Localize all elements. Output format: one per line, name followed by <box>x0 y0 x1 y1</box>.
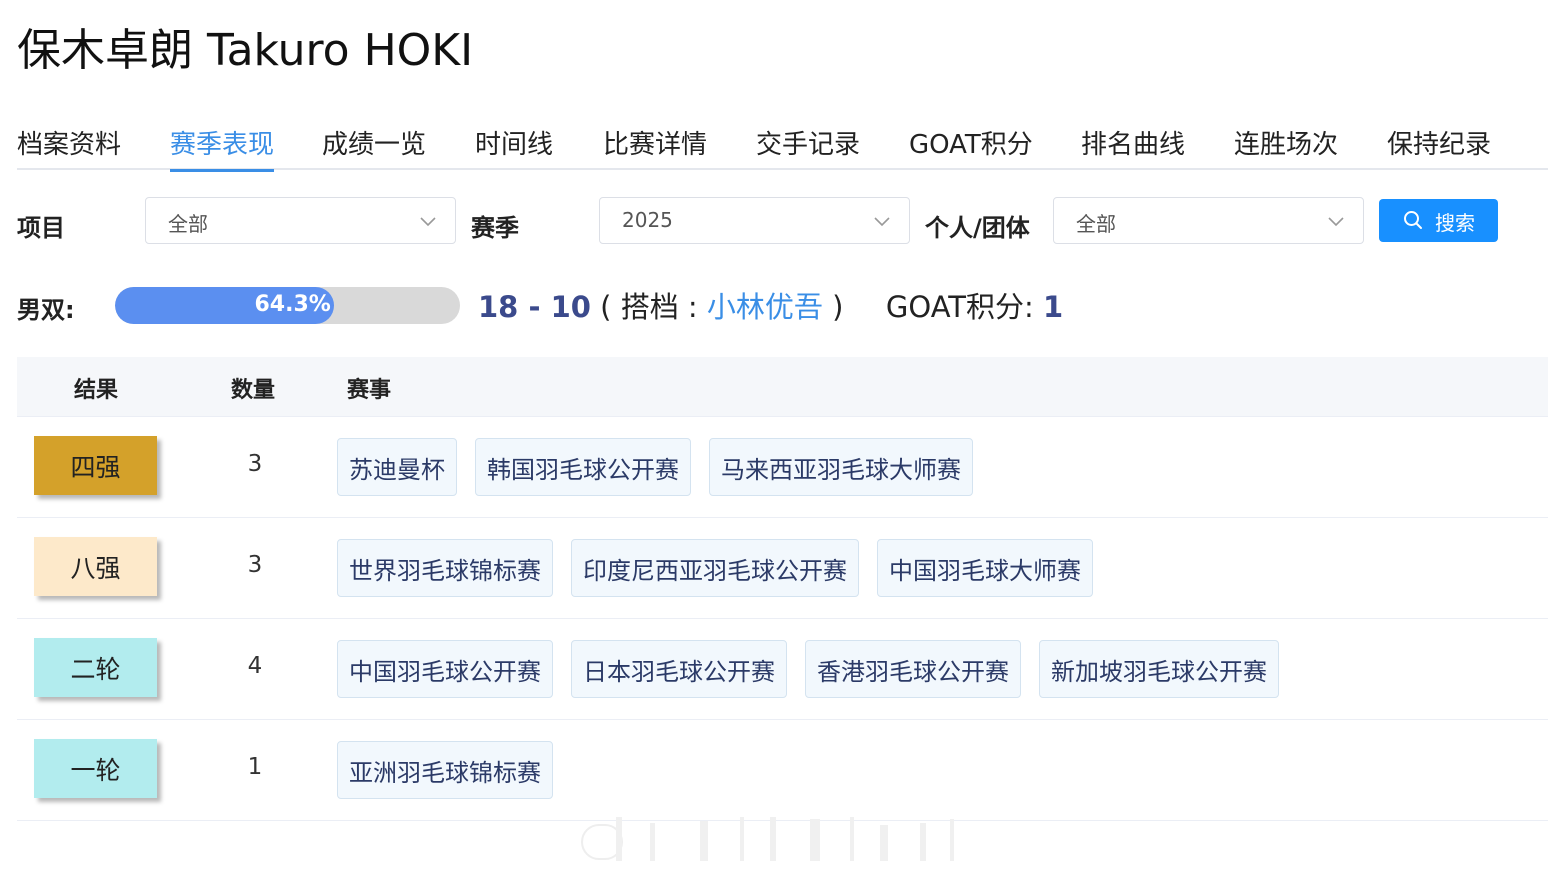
event-filter-label: 项目 <box>17 214 65 242</box>
chevron-down-icon <box>1328 217 1344 227</box>
result-count: 3 <box>247 451 263 477</box>
goat-points-value: 1 <box>1043 290 1064 324</box>
type-filter-label: 个人/团体 <box>925 214 1030 242</box>
table-row: 四强 3 苏迪曼杯 韩国羽毛球公开赛 马来西亚羽毛球大师赛 <box>17 417 1548 518</box>
event-tag[interactable]: 新加坡羽毛球公开赛 <box>1039 640 1279 698</box>
event-tag[interactable]: 韩国羽毛球公开赛 <box>475 438 691 496</box>
event-tag[interactable]: 印度尼西亚羽毛球公开赛 <box>571 539 859 597</box>
event-list: 世界羽毛球锦标赛 印度尼西亚羽毛球公开赛 中国羽毛球大师赛 <box>337 539 1093 597</box>
tab-win-streaks[interactable]: 连胜场次 <box>1234 124 1338 170</box>
result-count: 1 <box>247 754 263 780</box>
goat-points-label: GOAT积分: <box>885 290 1034 324</box>
chevron-down-icon <box>874 217 890 227</box>
win-rate-text: 64.3% <box>254 292 331 317</box>
season-filter-label: 赛季 <box>471 214 519 242</box>
tab-records[interactable]: 保持纪录 <box>1387 124 1491 170</box>
results-table: 结果 数量 赛事 四强 3 苏迪曼杯 韩国羽毛球公开赛 马来西亚羽毛球大师赛 八… <box>17 357 1548 821</box>
table-row: 八强 3 世界羽毛球锦标赛 印度尼西亚羽毛球公开赛 中国羽毛球大师赛 <box>17 518 1548 619</box>
event-tag[interactable]: 亚洲羽毛球锦标赛 <box>337 741 553 799</box>
tab-head-to-head[interactable]: 交手记录 <box>756 124 860 170</box>
event-list: 苏迪曼杯 韩国羽毛球公开赛 马来西亚羽毛球大师赛 <box>337 438 973 496</box>
table-header: 结果 数量 赛事 <box>17 357 1548 417</box>
event-select[interactable]: 全部 <box>145 197 456 244</box>
search-button-label: 搜索 <box>1435 211 1475 235</box>
event-tag[interactable]: 世界羽毛球锦标赛 <box>337 539 553 597</box>
event-tag[interactable]: 苏迪曼杯 <box>337 438 457 496</box>
season-select[interactable]: 2025 <box>599 197 910 244</box>
table-row: 二轮 4 中国羽毛球公开赛 日本羽毛球公开赛 香港羽毛球公开赛 新加坡羽毛球公开… <box>17 619 1548 720</box>
tab-season-performance[interactable]: 赛季表现 <box>170 124 275 172</box>
scrollbar[interactable] <box>580 815 970 865</box>
header-count: 数量 <box>231 378 276 403</box>
tab-bar: 档案资料 赛季表现 成绩一览 时间线 比赛详情 交手记录 GOAT积分 排名曲线… <box>17 118 1548 172</box>
tab-profile[interactable]: 档案资料 <box>17 124 121 170</box>
type-select-value: 全部 <box>1076 212 1116 236</box>
header-result: 结果 <box>74 378 119 403</box>
result-count: 4 <box>247 653 263 679</box>
event-tag[interactable]: 日本羽毛球公开赛 <box>571 640 787 698</box>
tab-results-overview[interactable]: 成绩一览 <box>322 124 426 170</box>
search-button[interactable]: 搜索 <box>1379 199 1498 242</box>
result-badge: 四强 <box>34 436 157 495</box>
partner-suffix: ) <box>832 290 844 324</box>
tab-goat-points[interactable]: GOAT积分 <box>909 124 1033 170</box>
event-tag[interactable]: 中国羽毛球大师赛 <box>877 539 1093 597</box>
tab-ranking-curve[interactable]: 排名曲线 <box>1081 124 1185 170</box>
event-tag[interactable]: 香港羽毛球公开赛 <box>805 640 1021 698</box>
event-select-value: 全部 <box>168 212 208 236</box>
tab-match-details[interactable]: 比赛详情 <box>603 124 707 170</box>
search-icon <box>1404 211 1422 229</box>
event-list: 中国羽毛球公开赛 日本羽毛球公开赛 香港羽毛球公开赛 新加坡羽毛球公开赛 <box>337 640 1279 698</box>
type-select[interactable]: 全部 <box>1053 197 1364 244</box>
win-loss-record: 18 - 10 <box>478 290 591 324</box>
header-events: 赛事 <box>347 378 392 403</box>
win-rate-progress: 64.3% <box>115 287 460 324</box>
season-select-value: 2025 <box>622 208 673 232</box>
chevron-down-icon <box>420 217 436 227</box>
partner-prefix: ( 搭档 : <box>600 290 698 324</box>
tab-timeline[interactable]: 时间线 <box>475 124 553 170</box>
page-title: 保木卓朗 Takuro HOKI <box>17 25 474 76</box>
result-badge: 一轮 <box>34 739 157 798</box>
table-row: 一轮 1 亚洲羽毛球锦标赛 <box>17 720 1548 821</box>
result-count: 3 <box>247 552 263 578</box>
discipline-label: 男双: <box>17 296 75 324</box>
event-tag[interactable]: 马来西亚羽毛球大师赛 <box>709 438 973 496</box>
result-badge: 八强 <box>34 537 157 596</box>
result-badge: 二轮 <box>34 638 157 697</box>
partner-link[interactable]: 小林优吾 <box>707 290 823 324</box>
event-tag[interactable]: 中国羽毛球公开赛 <box>337 640 553 698</box>
event-list: 亚洲羽毛球锦标赛 <box>337 741 553 799</box>
record-line: 18 - 10 ( 搭档 : 小林优吾 ) GOAT积分: 1 <box>478 284 1063 326</box>
